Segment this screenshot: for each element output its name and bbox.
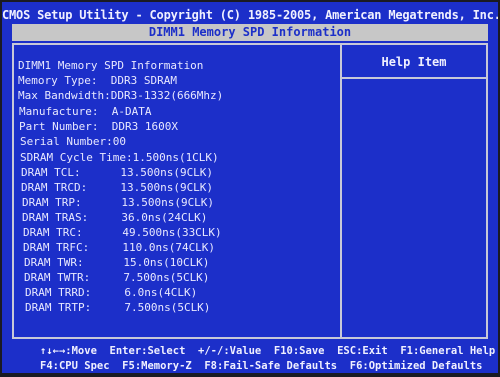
spd-info-heading: DIMM1 Memory SPD Information: [18, 59, 204, 72]
dram-trrd-row: DRAM TRRD: 6.0ns(4CLK): [25, 286, 198, 299]
key-help-line-2: F4:CPU Spec F5:Memory-Z F8:Fail-Safe Def…: [40, 360, 483, 372]
dram-trc-row: DRAM TRC: 49.500ns(33CLK): [23, 226, 222, 239]
help-item-header: Help Item: [381, 55, 447, 69]
key-help-line-1: ↑↓←→:Move Enter:Select +/-/:Value F10:Sa…: [40, 345, 496, 357]
part-number-row: Part Number: DDR3 1600X: [19, 120, 178, 133]
dram-tras-row: DRAM TRAS: 36.0ns(24CLK): [22, 211, 208, 224]
max-bandwidth-row: Max Bandwidth:DDR3-1332(666Mhz): [18, 89, 224, 102]
dram-trcd-row: DRAM TRCD: 13.500ns(9CLK): [21, 181, 214, 194]
dram-twtr-row: DRAM TWTR: 7.500ns(5CLK): [24, 271, 210, 284]
help-divider: [342, 77, 486, 79]
main-panel: Help Item DIMM1 Memory SPD Information M…: [12, 43, 488, 339]
dram-trp-row: DRAM TRP: 13.500ns(9CLK): [22, 196, 215, 209]
dram-twr-row: DRAM TWR: 15.0ns(10CLK): [24, 256, 210, 269]
bios-screen: CMOS Setup Utility - Copyright (C) 1985-…: [2, 2, 498, 373]
dram-trtp-row: DRAM TRTP: 7.500ns(5CLK): [25, 301, 211, 314]
dram-tcl-row: DRAM TCL: 13.500ns(9CLK): [21, 166, 214, 179]
memory-type-row: Memory Type: DDR3 SDRAM: [18, 74, 177, 87]
window-title: CMOS Setup Utility - Copyright (C) 1985-…: [2, 8, 498, 22]
manufacture-row: Manufacture: A-DATA: [19, 105, 152, 118]
dram-trfc-row: DRAM TRFC: 110.0ns(74CLK): [23, 241, 216, 254]
panel-divider-vertical: [340, 45, 342, 337]
serial-number-row: Serial Number:00: [20, 135, 126, 148]
key-help-footer: ↑↓←→:Move Enter:Select +/-/:Value F10:Sa…: [12, 343, 495, 373]
page-subtitle: DIMM1 Memory SPD Information: [12, 24, 488, 41]
cycle-time-row: SDRAM Cycle Time:1.500ns(1CLK): [20, 151, 219, 164]
